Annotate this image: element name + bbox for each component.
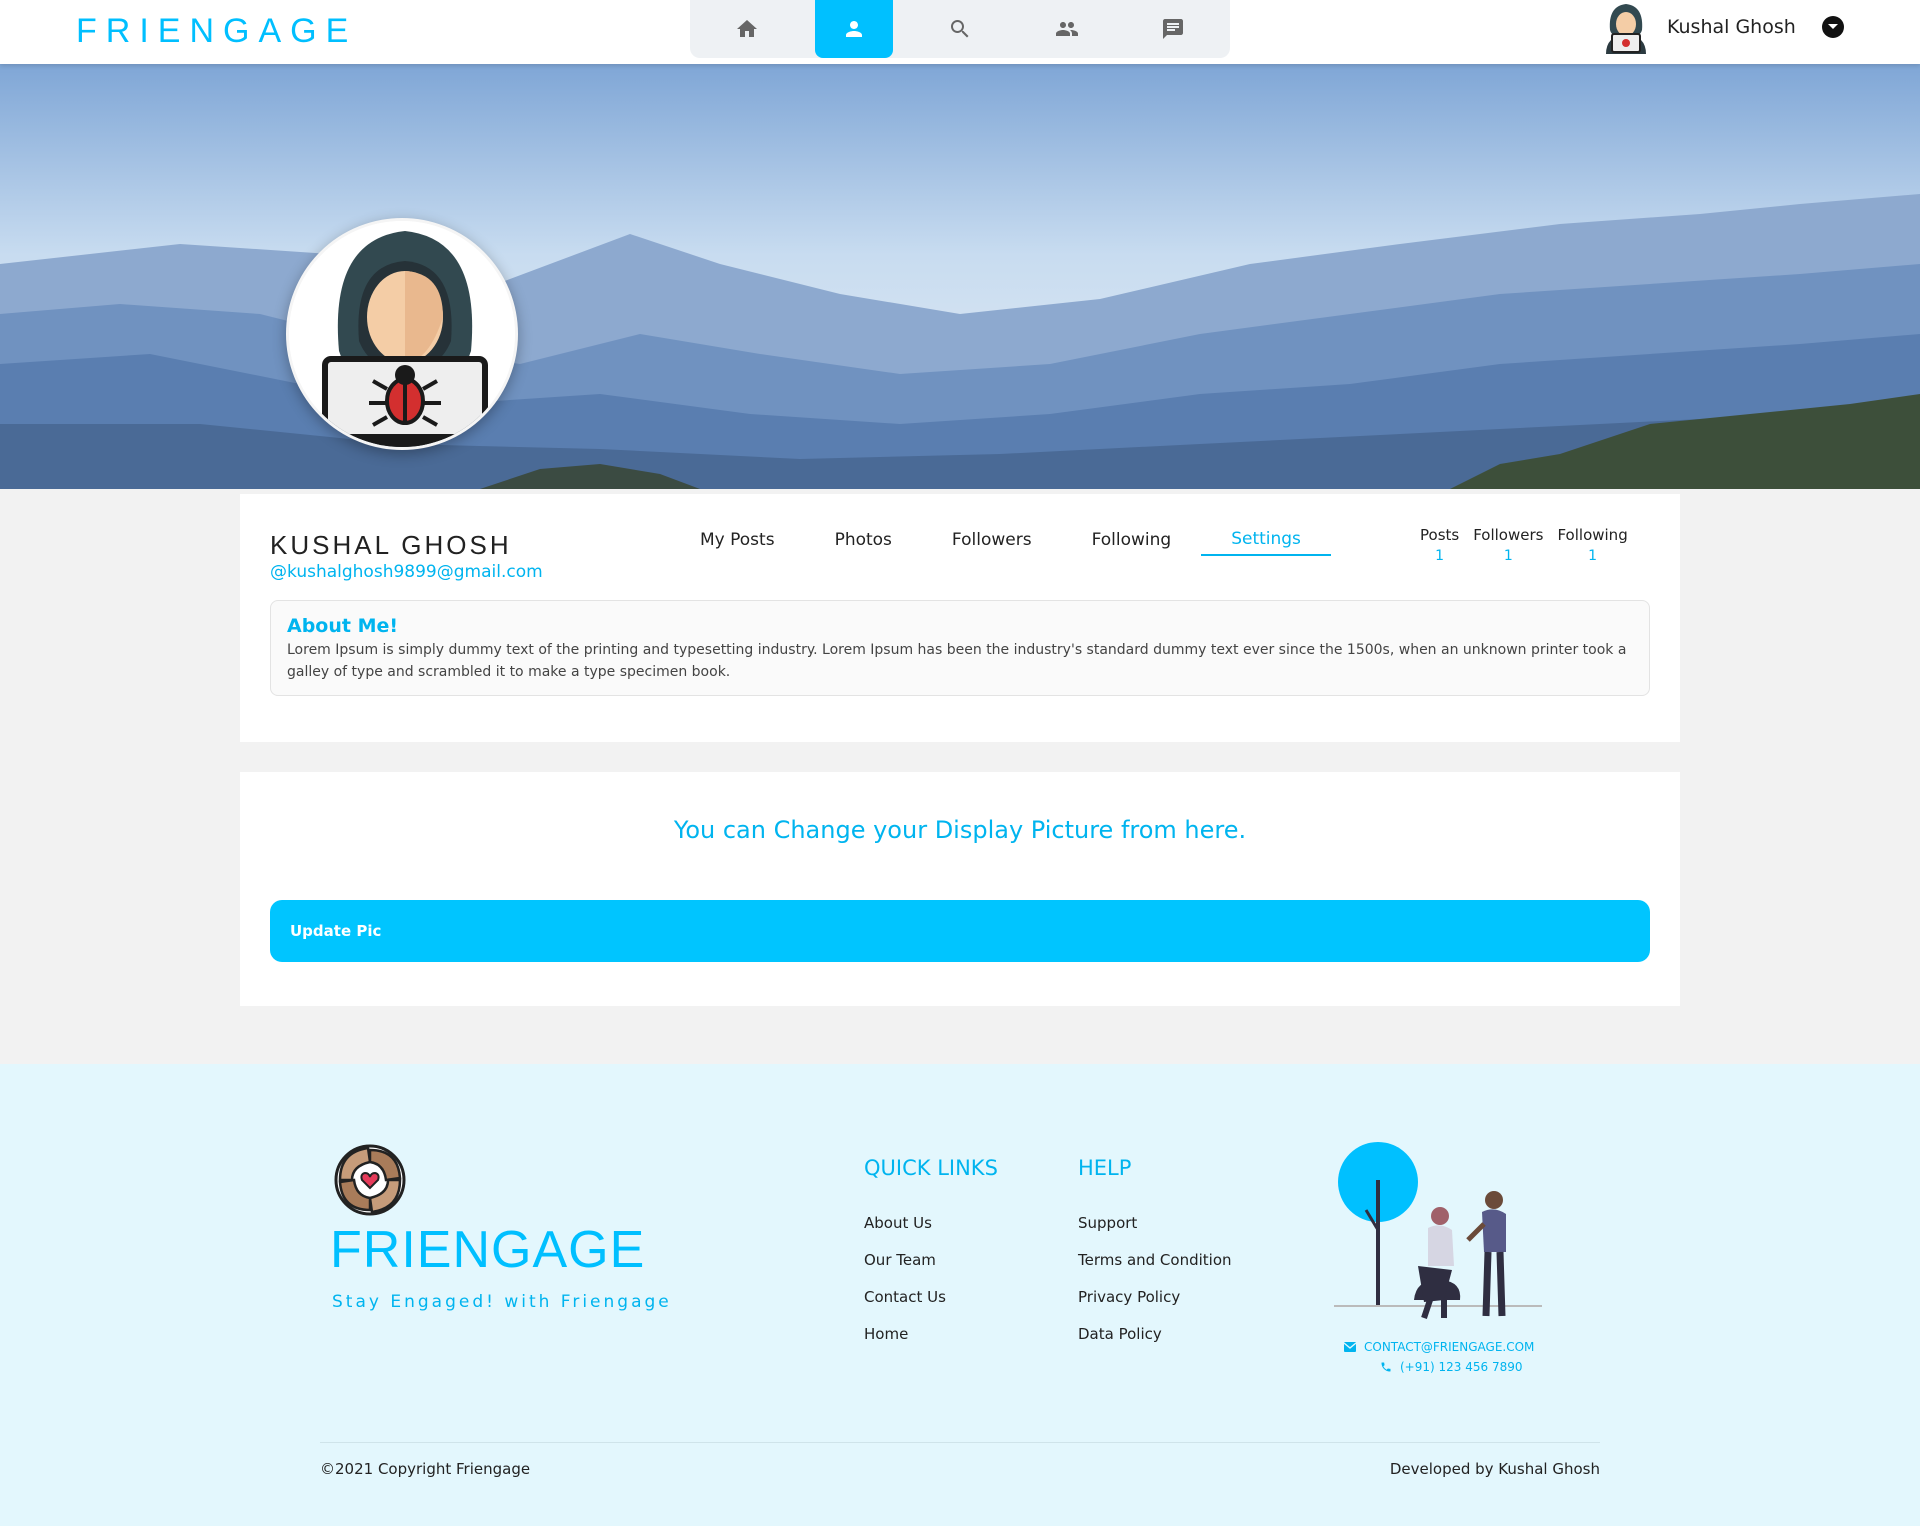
stat-label: Following — [1557, 526, 1628, 544]
user-avatar[interactable] — [1600, 0, 1652, 54]
tab-settings[interactable]: Settings — [1201, 524, 1331, 556]
about-text: Lorem Ipsum is simply dummy text of the … — [287, 642, 1627, 680]
footer-link-about-us[interactable]: About Us — [864, 1214, 998, 1251]
top-navbar: FRIENGAGE Kushal Ghosh — [0, 0, 1920, 64]
mail-icon — [1344, 1342, 1356, 1352]
stat-posts[interactable]: Posts 1 — [1420, 526, 1459, 564]
profile-stats: Posts 1 Followers 1 Following 1 — [1420, 526, 1628, 564]
nav-tab-profile[interactable] — [814, 0, 893, 58]
settings-card: You can Change your Display Picture from… — [240, 772, 1680, 1006]
footer-link-privacy[interactable]: Privacy Policy — [1078, 1288, 1232, 1325]
stat-following[interactable]: Following 1 — [1557, 526, 1627, 564]
profile-email: @kushalghosh9899@gmail.com — [270, 562, 543, 582]
about-me-box: About Me! Lorem Ipsum is simply dummy te… — [270, 600, 1650, 696]
stat-value: 1 — [1435, 548, 1445, 564]
profile-name: KUSHAL GHOSH — [270, 530, 512, 560]
nav-tab-home[interactable] — [708, 0, 786, 58]
brand-logo-text[interactable]: FRIENGAGE — [76, 12, 357, 51]
phone-icon — [1381, 1362, 1391, 1372]
quick-links-column: QUICK LINKS About Us Our Team Contact Us… — [864, 1156, 998, 1362]
help-title: HELP — [1078, 1156, 1132, 1180]
caret-down-icon — [1828, 24, 1838, 29]
quick-links-title: QUICK LINKS — [864, 1156, 998, 1180]
footer-brand: FRIENGAGE — [330, 1221, 646, 1279]
tab-my-posts[interactable]: My Posts — [670, 524, 805, 556]
footer: FRIENGAGE Stay Engaged! with Friengage Q… — [0, 1064, 1920, 1526]
tab-photos[interactable]: Photos — [805, 524, 922, 556]
stat-label: Posts — [1420, 526, 1460, 544]
about-title: About Me! — [287, 615, 399, 637]
footer-contact: CONTACT@FRIENGAGE.COM (+91) 123 456 7890 — [1344, 1340, 1534, 1380]
main-nav-tabs — [690, 0, 1230, 58]
search-icon — [951, 20, 969, 38]
nav-tab-friends[interactable] — [1028, 0, 1106, 58]
contact-email: CONTACT@FRIENGAGE.COM — [1364, 1340, 1535, 1354]
contact-phone: (+91) 123 456 7890 — [1400, 1360, 1523, 1374]
footer-link-terms[interactable]: Terms and Condition — [1078, 1251, 1232, 1288]
footer-link-home[interactable]: Home — [864, 1325, 998, 1362]
home-icon — [737, 20, 757, 37]
footer-copyright: ©2021 Copyright Friengage — [320, 1460, 531, 1478]
people-illustration — [1334, 1140, 1546, 1320]
footer-divider — [320, 1442, 1600, 1443]
footer-developer-credit: Developed by Kushal Ghosh — [1389, 1460, 1600, 1478]
profile-info-card: KUSHAL GHOSH @kushalghosh9899@gmail.com … — [240, 494, 1680, 742]
person-icon — [845, 21, 862, 37]
group-icon — [1055, 22, 1078, 36]
user-name[interactable]: Kushal Ghosh — [1667, 16, 1796, 38]
contact-email-row[interactable]: CONTACT@FRIENGAGE.COM — [1344, 1340, 1534, 1354]
account-dropdown-button[interactable] — [1822, 16, 1844, 38]
footer-tagline: Stay Engaged! with Friengage — [332, 1292, 672, 1312]
footer-logo-icon — [330, 1140, 410, 1220]
footer-link-contact-us[interactable]: Contact Us — [864, 1288, 998, 1325]
footer-link-data-policy[interactable]: Data Policy — [1078, 1325, 1232, 1362]
tab-following[interactable]: Following — [1062, 524, 1202, 556]
update-pic-button[interactable]: Update Pic — [270, 900, 1650, 962]
contact-phone-row[interactable]: (+91) 123 456 7890 — [1344, 1360, 1534, 1374]
stat-value: 1 — [1588, 548, 1598, 564]
chat-icon — [1163, 19, 1183, 39]
stat-followers[interactable]: Followers 1 — [1473, 526, 1543, 564]
stat-label: Followers — [1473, 526, 1544, 544]
cover-photo — [0, 64, 1920, 489]
tab-followers[interactable]: Followers — [922, 524, 1062, 556]
help-column: HELP Support Terms and Condition Privacy… — [1078, 1156, 1232, 1362]
settings-message: You can Change your Display Picture from… — [673, 816, 1247, 844]
footer-link-our-team[interactable]: Our Team — [864, 1251, 998, 1288]
profile-tabs: My Posts Photos Followers Following Sett… — [670, 524, 1331, 556]
nav-tab-search[interactable] — [921, 0, 999, 58]
nav-tab-messages[interactable] — [1134, 0, 1212, 58]
profile-picture[interactable] — [286, 218, 518, 450]
footer-link-support[interactable]: Support — [1078, 1214, 1232, 1251]
stat-value: 1 — [1503, 548, 1513, 564]
